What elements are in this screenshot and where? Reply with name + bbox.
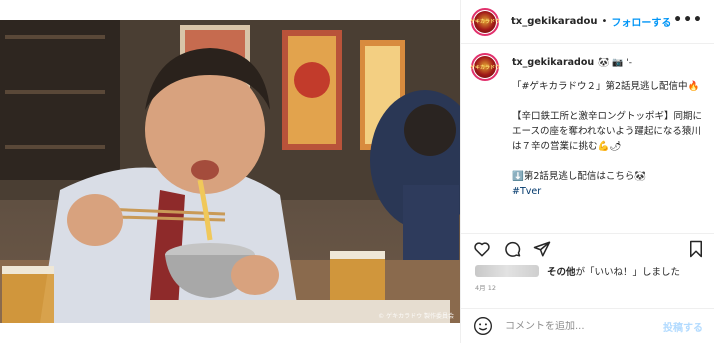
heart-icon[interactable] (473, 240, 491, 258)
caption-username-emoji: 🐼 📷 '- (598, 58, 633, 68)
likes-text: が「いいね！」しました (575, 267, 681, 278)
comment-bar: 投稿する (461, 308, 714, 343)
caption-line: 【辛口鉄工所と激辛ロングトッポギ】同期にエースの座を奪われないよう躍起になる猿川… (512, 111, 703, 152)
post-photo[interactable]: © ゲキカラドウ 製作委員会 (0, 20, 460, 323)
caption-line: 「#ゲキカラドウ２」第2話見逃し配信中🔥 (512, 81, 700, 92)
comment-input[interactable] (505, 320, 655, 332)
action-bar (461, 233, 714, 263)
caption-username-row: tx_gekikaradou 🐼 📷 '- (512, 57, 632, 68)
caption-line: ⬇️第2話見逃し配信はこちら🐼 (512, 171, 647, 182)
comment-icon[interactable] (503, 240, 521, 258)
header-separator: • (601, 16, 608, 27)
more-options-icon[interactable]: ••• (673, 12, 703, 28)
caption-text: 「#ゲキカラドウ２」第2話見逃し配信中🔥 【辛口鉄工所と激辛ロングトッポギ】同期… (512, 79, 707, 199)
post-side-panel: ゲキカラドウ tx_gekikaradou • フォローする ••• ゲキカラド… (460, 0, 714, 343)
caption-area: ゲキカラドウ tx_gekikaradou 🐼 📷 '- 「#ゲキカラドウ２」第2… (461, 45, 714, 233)
likes-line: その他 が「いいね！」しました (475, 264, 680, 278)
post-comment-button[interactable]: 投稿する (663, 319, 703, 334)
bookmark-icon[interactable] (687, 240, 705, 258)
caption-avatar-logo-text: ゲキカラドウ (470, 64, 501, 71)
avatar[interactable]: ゲキカラドウ (470, 7, 501, 36)
share-icon[interactable] (533, 240, 551, 258)
hashtag-link[interactable]: #Tver (512, 184, 707, 199)
caption-username[interactable]: tx_gekikaradou (512, 57, 594, 68)
blurred-username (475, 265, 539, 277)
emoji-smile-icon[interactable] (473, 316, 493, 336)
avatar-logo-text: ゲキカラドウ (470, 19, 501, 25)
post-date[interactable]: 4月 12 (475, 282, 496, 292)
likes-others-link[interactable]: その他 (547, 264, 576, 278)
photo-scene (0, 20, 460, 323)
follow-button[interactable]: フォローする (611, 14, 671, 29)
header-username[interactable]: tx_gekikaradou (511, 16, 597, 27)
post-header: ゲキカラドウ tx_gekikaradou • フォローする ••• (461, 0, 714, 44)
caption-avatar[interactable]: ゲキカラドウ (470, 53, 501, 81)
photo-credit: © ゲキカラドウ 製作委員会 (378, 313, 454, 320)
